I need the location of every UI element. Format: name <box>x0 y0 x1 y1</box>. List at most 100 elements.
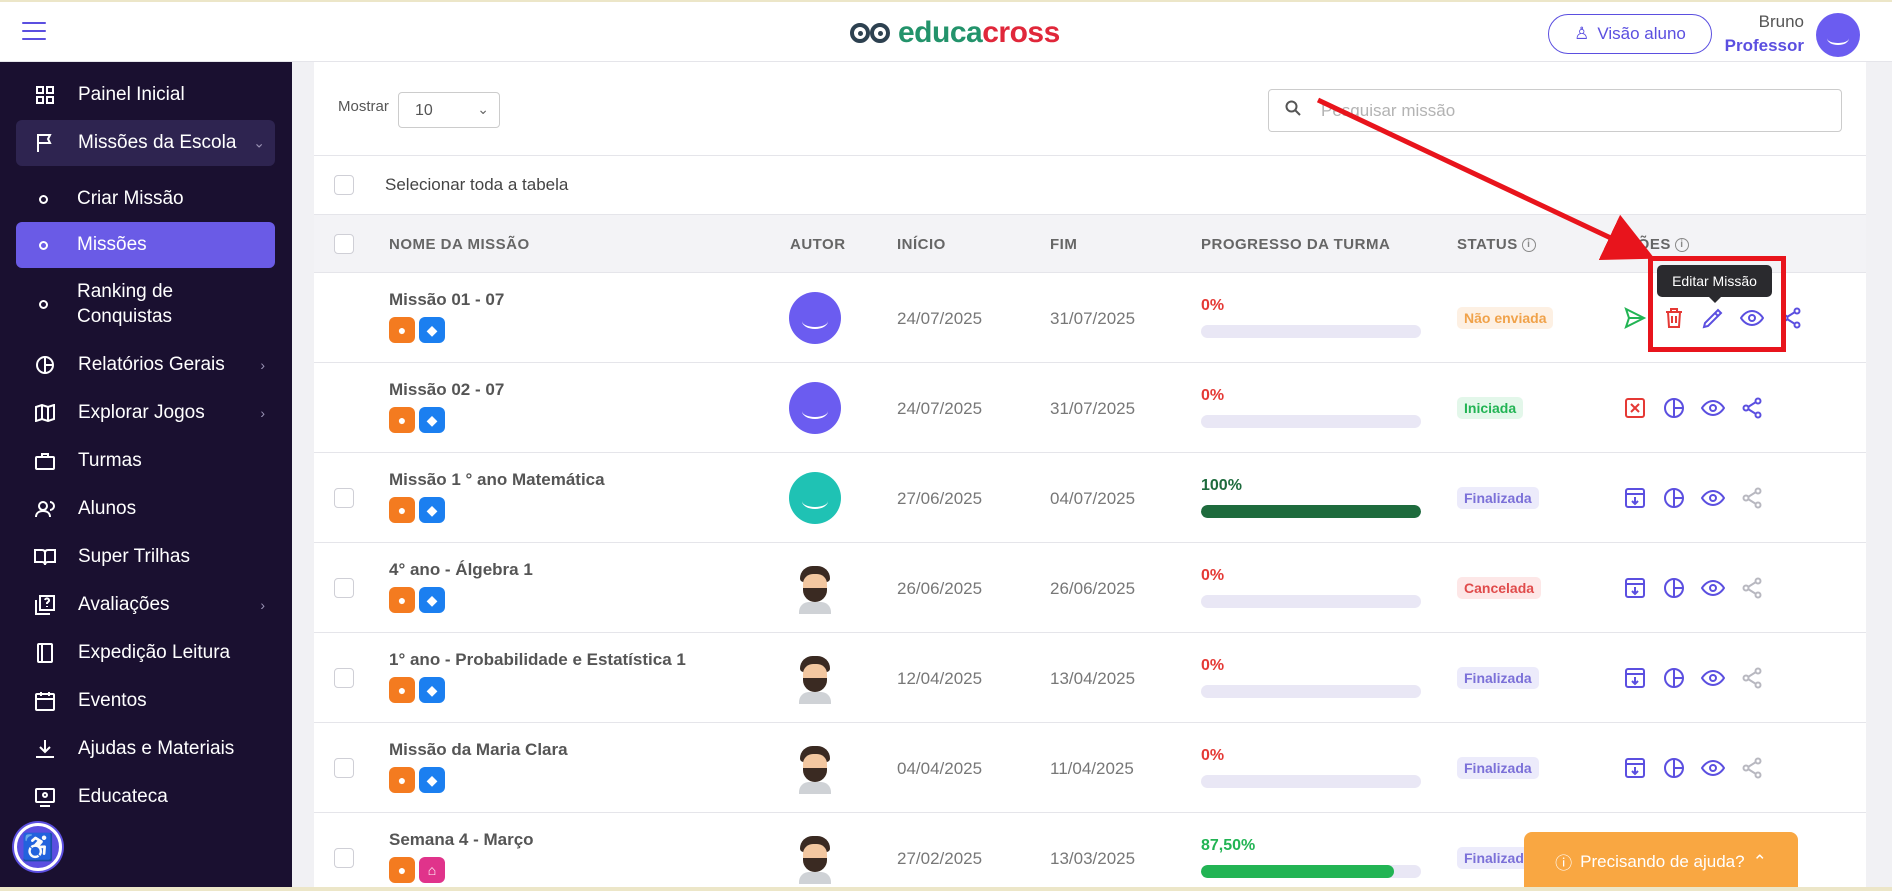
bottom-edge <box>0 887 1892 891</box>
graduation-cap-icon: ◆ <box>419 587 445 613</box>
share-icon[interactable] <box>1739 665 1765 691</box>
row-checkbox[interactable] <box>334 488 354 508</box>
start-date: 26/06/2025 <box>897 579 983 598</box>
student-badge-icon: ● <box>389 857 415 883</box>
share-icon[interactable] <box>1739 485 1765 511</box>
sidebar-item-missoes-da-escola[interactable]: Missões da Escola ⌄ <box>16 120 275 166</box>
menu-icon[interactable] <box>22 22 46 42</box>
send-icon[interactable] <box>1622 305 1648 331</box>
page-size-select[interactable]: 10 ⌄ <box>398 92 500 128</box>
progress-bar <box>1201 595 1421 608</box>
briefcase-icon <box>34 450 56 472</box>
sidebar-item-ajudas-materiais[interactable]: Ajudas e Materiais <box>16 726 275 772</box>
graduation-cap-icon: ◆ <box>419 767 445 793</box>
screen-icon <box>34 786 56 808</box>
table-row: Missão da Maria Clara ● ◆ 04/04/2025 11/0… <box>314 723 1866 813</box>
start-date: 27/02/2025 <box>897 849 983 868</box>
mission-name[interactable]: Missão 02 - 07 <box>389 380 504 400</box>
sidebar-item-missoes[interactable]: Missões <box>16 222 275 268</box>
col-header-name[interactable]: NOME DA MISSÃO <box>389 236 530 253</box>
student-badge-icon: ● <box>389 407 415 433</box>
status-badge: Cancelada <box>1457 577 1542 599</box>
mission-name[interactable]: Missão da Maria Clara <box>389 740 568 760</box>
search-input[interactable] <box>1321 98 1821 124</box>
eye-icon[interactable] <box>1700 665 1726 691</box>
sidebar-item-super-trilhas[interactable]: Super Trilhas <box>16 534 275 580</box>
start-date: 04/04/2025 <box>897 759 983 778</box>
row-checkbox[interactable] <box>334 758 354 778</box>
col-header-progress[interactable]: PROGRESSO DA TURMA <box>1201 236 1390 253</box>
user-avatar[interactable] <box>1816 13 1860 57</box>
author-avatar <box>793 562 837 614</box>
archive-download-icon[interactable] <box>1622 755 1648 781</box>
author-avatar <box>789 472 841 524</box>
graduation-cap-icon: ◆ <box>419 317 445 343</box>
mission-name[interactable]: Semana 4 - Março <box>389 830 534 850</box>
sidebar-item-educateca[interactable]: Educateca <box>16 774 275 820</box>
sidebar-item-eventos[interactable]: Eventos <box>16 678 275 724</box>
row-checkbox[interactable] <box>334 848 354 868</box>
header-checkbox[interactable] <box>334 234 354 254</box>
share-icon[interactable] <box>1739 755 1765 781</box>
student-badge-icon: ● <box>389 677 415 703</box>
col-header-start[interactable]: INÍCIO <box>897 236 946 253</box>
sidebar-item-label: Criar Missão <box>77 188 184 209</box>
sidebar-item-avaliacoes[interactable]: Avaliações › <box>16 582 275 628</box>
col-header-status[interactable]: STATUS i <box>1457 236 1536 253</box>
pie-chart-icon[interactable] <box>1661 665 1687 691</box>
mission-name[interactable]: 4° ano - Álgebra 1 <box>389 560 533 580</box>
pie-chart-icon[interactable] <box>1661 395 1687 421</box>
cancel-square-icon[interactable] <box>1622 395 1648 421</box>
archive-download-icon[interactable] <box>1622 575 1648 601</box>
sidebar-item-expedicao-leitura[interactable]: Expedição Leitura <box>16 630 275 676</box>
sidebar-item-alunos[interactable]: Alunos <box>16 486 275 532</box>
sidebar-item-painel-inicial[interactable]: Painel Inicial <box>16 72 275 118</box>
eye-icon[interactable] <box>1700 395 1726 421</box>
accessibility-icon: ♿ <box>21 831 55 862</box>
student-badge-icon: ● <box>389 767 415 793</box>
col-header-end[interactable]: FIM <box>1050 236 1077 253</box>
sidebar-item-label: Ajudas e Materiais <box>78 738 235 759</box>
sidebar-item-criar-missao[interactable]: Criar Missão <box>16 176 275 222</box>
status-badge: Finalizada <box>1457 667 1539 689</box>
mostrar-label: Mostrar <box>338 98 389 115</box>
search-box[interactable] <box>1268 89 1842 132</box>
search-icon <box>1285 100 1301 121</box>
mission-name[interactable]: Missão 01 - 07 <box>389 290 504 310</box>
eye-icon[interactable] <box>1700 755 1726 781</box>
flag-icon <box>34 132 56 154</box>
sidebar-item-relatorios-gerais[interactable]: Relatórios Gerais › <box>16 342 275 388</box>
calendar-icon <box>34 690 56 712</box>
eye-icon[interactable] <box>1700 485 1726 511</box>
sidebar-item-ranking[interactable]: Ranking de Conquistas <box>16 276 275 332</box>
row-checkbox[interactable] <box>334 578 354 598</box>
chevron-right-icon: › <box>260 357 265 373</box>
visao-aluno-button[interactable]: ♙ Visão aluno <box>1548 14 1712 54</box>
pie-chart-icon[interactable] <box>1661 485 1687 511</box>
share-icon[interactable] <box>1739 395 1765 421</box>
table-row: Missão 01 - 07 ● ◆ 24/07/2025 31/07/2025 … <box>314 273 1866 363</box>
educacross-logo[interactable]: educacross <box>850 16 1060 50</box>
archive-download-icon[interactable] <box>1622 485 1648 511</box>
sidebar-item-explorar-jogos[interactable]: Explorar Jogos › <box>16 390 275 436</box>
info-icon[interactable]: i <box>1521 238 1536 253</box>
sidebar-item-label: Alunos <box>78 498 137 519</box>
select-all-checkbox[interactable] <box>334 175 354 195</box>
row-checkbox[interactable] <box>334 668 354 688</box>
select-all-label: Selecionar toda a tabela <box>385 175 569 194</box>
accessibility-button[interactable]: ♿ <box>14 823 62 871</box>
share-icon[interactable] <box>1739 575 1765 601</box>
info-icon[interactable]: i <box>1674 238 1689 253</box>
archive-download-icon[interactable] <box>1622 665 1648 691</box>
pie-chart-icon[interactable] <box>1661 755 1687 781</box>
mission-name[interactable]: Missão 1 ° ano Matemática <box>389 470 605 490</box>
col-header-author[interactable]: AUTOR <box>790 236 846 253</box>
pie-chart-icon[interactable] <box>1661 575 1687 601</box>
sidebar-item-turmas[interactable]: Turmas <box>16 438 275 484</box>
eye-icon[interactable] <box>1700 575 1726 601</box>
top-bar: educacross ♙ Visão aluno Bruno Professor <box>0 0 1892 62</box>
start-date: 24/07/2025 <box>897 399 983 418</box>
help-button[interactable]: ⓘ Precisando de ajuda? ⌃ <box>1524 832 1798 891</box>
end-date: 04/07/2025 <box>1050 489 1136 508</box>
mission-name[interactable]: 1° ano - Probabilidade e Estatística 1 <box>389 650 686 670</box>
